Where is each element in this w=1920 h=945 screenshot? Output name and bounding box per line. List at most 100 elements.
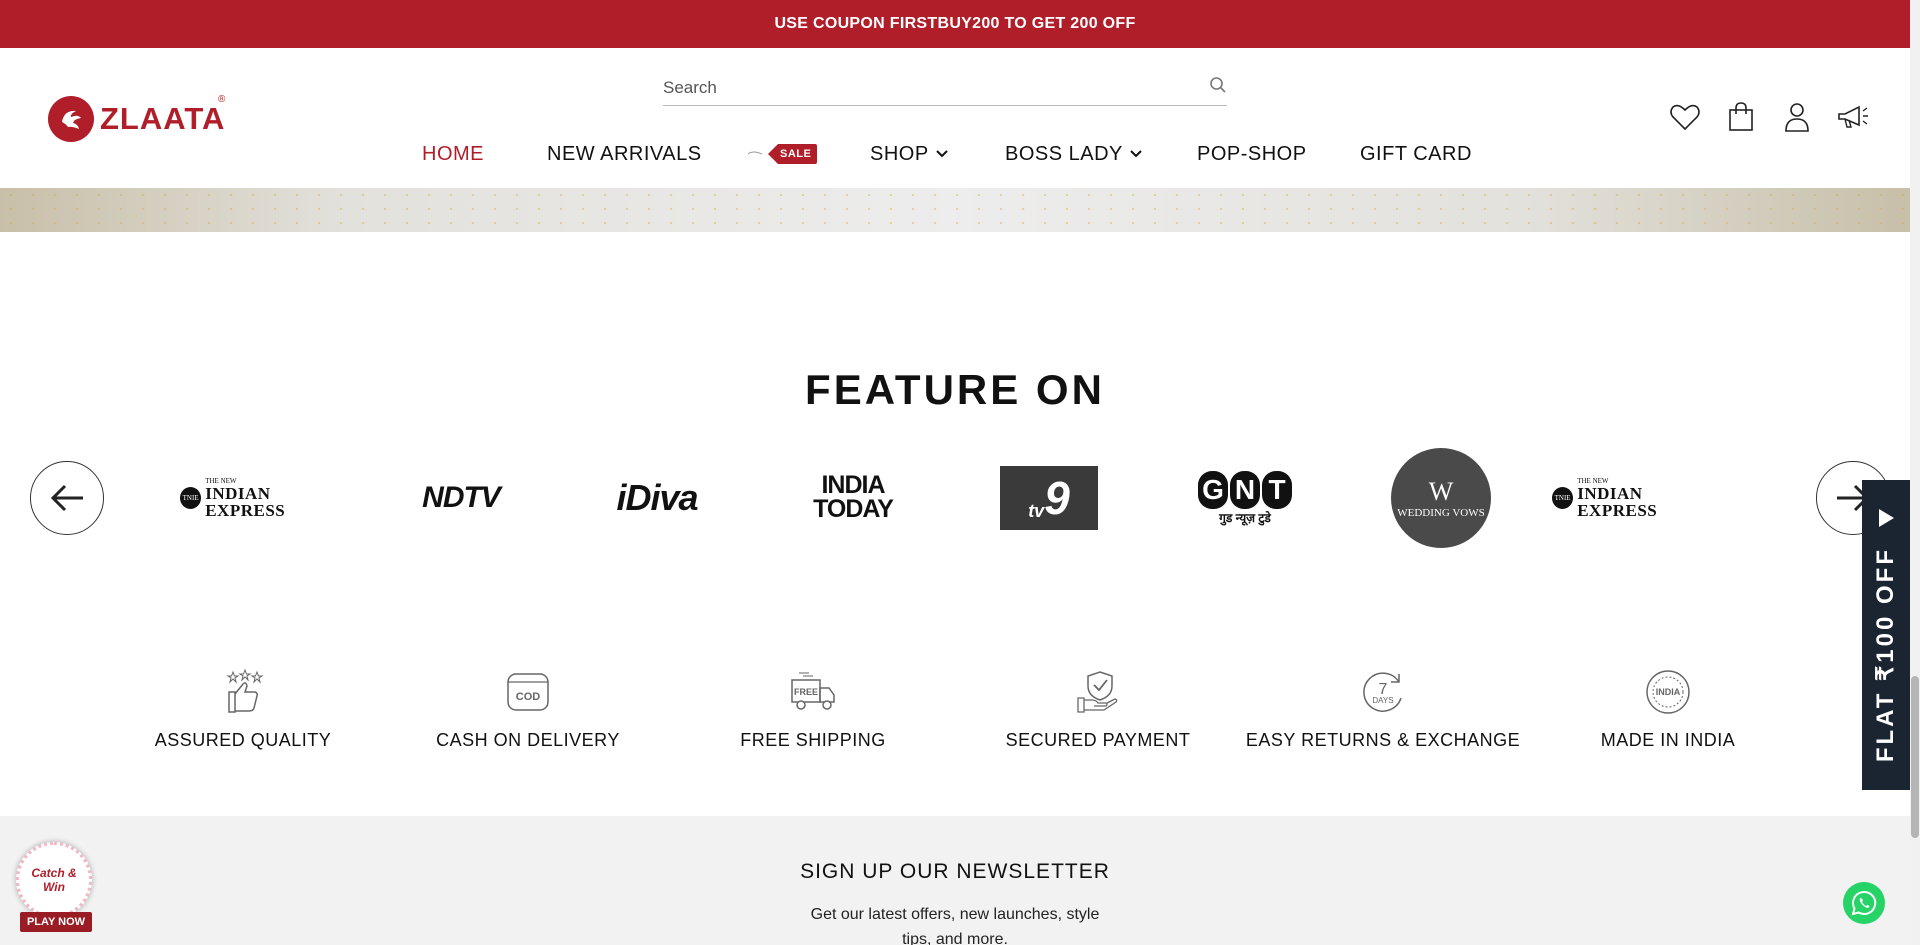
wedding-vows-mark: W bbox=[1428, 477, 1454, 506]
tag-string-icon bbox=[748, 151, 762, 155]
nav-sale[interactable]: SALE bbox=[748, 134, 818, 174]
brand-idiva[interactable]: iDiva bbox=[572, 448, 742, 548]
nav-boss-lady[interactable]: BOSS LADY bbox=[1005, 134, 1143, 174]
usp-free-shipping: FREE FREE SHIPPING bbox=[673, 668, 953, 751]
glitter-pattern bbox=[0, 188, 1910, 232]
sale-tag-label: SALE bbox=[768, 144, 818, 164]
usp-label: MADE IN INDIA bbox=[1600, 730, 1736, 750]
whatsapp-chat-button[interactable] bbox=[1843, 882, 1885, 924]
indian-express-logo: TNIE THE NEW INDIAN EXPRESS bbox=[1552, 477, 1722, 520]
india-icon-text: INDIA bbox=[1656, 687, 1681, 697]
site-header: ZLAATA ® HOME NEW ARRIVALS SALE SHOP BOS… bbox=[0, 48, 1910, 188]
free-icon-text: FREE bbox=[794, 687, 818, 697]
nav-boss-lady-label: BOSS LADY bbox=[1005, 142, 1123, 165]
idiva-logo: iDiva bbox=[616, 477, 698, 518]
tv9-number: 9 bbox=[1044, 472, 1070, 524]
ie-seal: TNIE bbox=[180, 487, 202, 509]
chevron-down-icon bbox=[1130, 150, 1142, 158]
gnt-subtitle: गुड न्यूज़ टुडे bbox=[1219, 510, 1271, 525]
india-seal-icon: INDIA bbox=[1646, 670, 1690, 714]
brand-indian-express-2[interactable]: TNIE THE NEW INDIAN EXPRESS bbox=[1552, 448, 1722, 548]
tv9-logo: tv 9 bbox=[1000, 466, 1098, 530]
nav-pop-shop[interactable]: POP-SHOP bbox=[1197, 134, 1307, 174]
usp-assured-quality: ASSURED QUALITY bbox=[103, 668, 383, 751]
search-input[interactable] bbox=[663, 77, 1163, 98]
logo-registered: ® bbox=[218, 94, 226, 105]
usp-easy-returns: 7 DAYS EASY RETURNS & EXCHANGE bbox=[1243, 668, 1523, 751]
usp-cash-on-delivery: COD CASH ON DELIVERY bbox=[388, 668, 668, 751]
announcement-text: USE COUPON FIRSTBUY200 TO GET 200 OFF bbox=[774, 15, 1136, 32]
wedding-vows-text: WEDDING VOWS bbox=[1397, 507, 1485, 519]
seven-days-icon-sub: DAYS bbox=[1372, 696, 1393, 705]
usp-label: FREE SHIPPING bbox=[740, 730, 886, 750]
brand-wedding-vows[interactable]: W WEDDING VOWS bbox=[1356, 448, 1526, 548]
seven-days-icon: 7DAYS bbox=[1363, 672, 1402, 712]
search-bar bbox=[663, 70, 1227, 106]
newsletter-section: SIGN UP OUR NEWSLETTER Get our latest of… bbox=[0, 816, 1910, 945]
ie-name: INDIAN EXPRESS bbox=[1577, 483, 1658, 520]
ie-words: THE NEW INDIAN EXPRESS bbox=[1577, 477, 1722, 520]
search-icon[interactable] bbox=[1209, 76, 1227, 99]
gnt-logo: GNT गुड न्यूज़ टुडे bbox=[1198, 470, 1292, 526]
featured-title: FEATURE ON bbox=[805, 366, 1105, 413]
user-icon[interactable] bbox=[1780, 100, 1814, 134]
ie-name: INDIAN EXPRESS bbox=[205, 483, 286, 520]
nav-new-arrivals[interactable]: NEW ARRIVALS bbox=[547, 134, 702, 174]
ndtv-logo: NDTV bbox=[422, 481, 501, 514]
nav-shop[interactable]: SHOP bbox=[870, 134, 949, 174]
catch-win-title: Catch & Win bbox=[31, 866, 77, 894]
megaphone-icon[interactable] bbox=[1836, 100, 1870, 134]
usp-label: CASH ON DELIVERY bbox=[436, 730, 620, 750]
indian-express-logo: TNIE THE NEW INDIAN EXPRESS bbox=[180, 477, 350, 520]
flat-offer-text: FLAT ₹100 OFF bbox=[1872, 547, 1899, 763]
shield-hand-icon bbox=[1077, 671, 1118, 713]
nav-gift-card[interactable]: GIFT CARD bbox=[1360, 134, 1472, 174]
india-today-logo: INDIA TODAY bbox=[813, 473, 894, 523]
usp-made-in-india: INDIA MADE IN INDIA bbox=[1528, 668, 1808, 751]
heart-icon[interactable] bbox=[1668, 100, 1702, 134]
ie-seal: TNIE bbox=[1552, 487, 1574, 509]
nav-new-arrivals-label: NEW ARRIVALS bbox=[547, 142, 702, 165]
catch-and-win-widget[interactable]: Catch & Win PLAY NOW bbox=[16, 842, 94, 938]
brand-gnt[interactable]: GNT गुड न्यूज़ टुडे bbox=[1160, 448, 1330, 548]
thumbs-up-stars-icon bbox=[226, 668, 264, 713]
chevron-down-icon bbox=[935, 150, 948, 158]
carousel-prev-button[interactable] bbox=[30, 461, 104, 535]
brand-india-today[interactable]: INDIA TODAY bbox=[768, 448, 938, 548]
nav-home-label: HOME bbox=[422, 142, 484, 165]
nav-pop-shop-label: POP-SHOP bbox=[1197, 142, 1307, 165]
announcement-bar: USE COUPON FIRSTBUY200 TO GET 200 OFF bbox=[0, 0, 1910, 48]
brand-ndtv[interactable]: NDTV bbox=[376, 448, 546, 548]
play-now-button[interactable]: PLAY NOW bbox=[20, 912, 92, 932]
featured-logos-carousel: TNIE THE NEW INDIAN EXPRESS NDTV iDiva IN… bbox=[180, 448, 1720, 548]
bag-icon[interactable] bbox=[1724, 100, 1758, 134]
logo-text: ZLAATA bbox=[100, 101, 226, 136]
cod-icon: COD bbox=[507, 673, 549, 711]
page-scrollbar[interactable] bbox=[1910, 0, 1920, 945]
usp-label: ASSURED QUALITY bbox=[154, 730, 332, 750]
play-triangle-icon bbox=[1879, 509, 1894, 528]
india-today-line2: TODAY bbox=[813, 495, 894, 523]
cod-icon-text: COD bbox=[516, 691, 541, 703]
main-nav: HOME NEW ARRIVALS SALE SHOP BOSS LADY PO… bbox=[0, 134, 1910, 174]
newsletter-subtitle: Get our latest offers, new launches, sty… bbox=[810, 906, 1100, 945]
arrow-left-icon bbox=[50, 484, 83, 512]
flat-offer-side-tab[interactable]: FLAT ₹100 OFF bbox=[1862, 480, 1910, 790]
gnt-letters: GNT bbox=[1198, 470, 1292, 509]
scrollbar-thumb[interactable] bbox=[1911, 676, 1919, 838]
usp-label: EASY RETURNS & EXCHANGE bbox=[1245, 730, 1521, 750]
tv9-prefix: tv bbox=[1028, 501, 1045, 521]
delivery-truck-icon: FREE bbox=[791, 672, 835, 710]
brand-indian-express[interactable]: TNIE THE NEW INDIAN EXPRESS bbox=[180, 448, 350, 548]
wedding-vows-logo: W WEDDING VOWS bbox=[1391, 448, 1491, 548]
usp-secured-payment: SECURED PAYMENT bbox=[958, 668, 1238, 751]
nav-home[interactable]: HOME bbox=[422, 134, 484, 174]
nav-shop-label: SHOP bbox=[870, 142, 929, 165]
brand-tv9[interactable]: tv 9 bbox=[964, 448, 1134, 548]
usp-label: SECURED PAYMENT bbox=[1005, 730, 1191, 750]
ie-words: THE NEW INDIAN EXPRESS bbox=[205, 477, 350, 520]
whatsapp-icon bbox=[1851, 890, 1877, 916]
nav-gift-card-label: GIFT CARD bbox=[1360, 142, 1472, 165]
header-icons bbox=[1668, 100, 1870, 134]
catch-win-badge: Catch & Win bbox=[16, 842, 92, 918]
